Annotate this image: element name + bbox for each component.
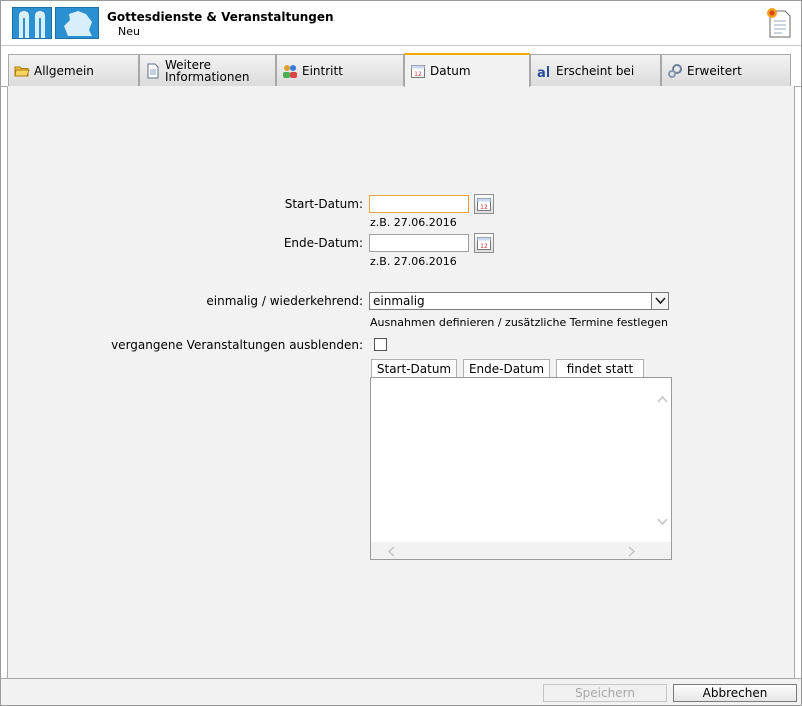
start-date-hint: z.B. 27.06.2016 bbox=[370, 216, 457, 229]
people-icon bbox=[282, 63, 298, 79]
chevron-left-icon[interactable] bbox=[387, 546, 395, 560]
tab-eintritt[interactable]: Eintritt bbox=[276, 54, 404, 86]
recurrence-value: einmalig bbox=[373, 294, 425, 308]
recurrence-label: einmalig / wiederkehrend: bbox=[206, 294, 363, 308]
column-header-findet-statt[interactable]: findet statt bbox=[556, 359, 644, 377]
map-logo-icon bbox=[55, 7, 99, 39]
svg-text:12: 12 bbox=[414, 71, 422, 78]
tab-erscheint-bei[interactable]: a Erscheint bei bbox=[530, 54, 661, 86]
app-window: Gottesdienste & Veranstaltungen Neu Allg… bbox=[0, 0, 802, 706]
tab-label: Eintritt bbox=[302, 63, 343, 78]
start-date-calendar-button[interactable]: 12 bbox=[474, 194, 494, 214]
folder-icon bbox=[14, 63, 30, 79]
exceptions-link[interactable]: Ausnahmen definieren / zusätzliche Termi… bbox=[370, 316, 668, 329]
tab-content-datum: Start-Datum: 12 z.B. 27.06.2016 Ende-Dat… bbox=[7, 86, 795, 679]
tab-label: Erscheint bei bbox=[556, 63, 635, 78]
calendar-icon: 12 bbox=[477, 237, 491, 250]
column-header-end-date[interactable]: Ende-Datum bbox=[463, 359, 550, 377]
app-subtitle: Neu bbox=[118, 25, 140, 38]
tab-allgemein[interactable]: Allgemein bbox=[8, 54, 139, 86]
chevron-down-icon[interactable] bbox=[657, 514, 668, 528]
text-a-icon: a bbox=[536, 63, 552, 81]
svg-text:12: 12 bbox=[480, 243, 488, 250]
column-header-start-date[interactable]: Start-Datum bbox=[371, 359, 457, 377]
chevron-up-icon[interactable] bbox=[657, 392, 668, 406]
tab-weitere-informationen[interactable]: Weitere Informationen bbox=[139, 54, 276, 86]
tab-label: Erweitert bbox=[687, 63, 742, 78]
end-date-calendar-button[interactable]: 12 bbox=[474, 233, 494, 253]
chevron-right-icon[interactable] bbox=[628, 546, 636, 560]
tab-bar: Allgemein Weitere Informationen Eintritt… bbox=[1, 45, 801, 87]
dates-table[interactable] bbox=[370, 377, 672, 560]
start-date-input[interactable] bbox=[369, 195, 469, 213]
cancel-button[interactable]: Abbrechen bbox=[673, 684, 797, 702]
calendar-icon: 12 bbox=[477, 198, 491, 211]
recurrence-select[interactable]: einmalig bbox=[369, 292, 669, 310]
footer: Speichern Abbrechen bbox=[1, 678, 801, 705]
calendar-icon: 12 bbox=[410, 63, 426, 79]
save-button[interactable]: Speichern bbox=[543, 684, 667, 702]
end-date-label: Ende-Datum: bbox=[283, 236, 363, 250]
tab-label: Datum bbox=[430, 64, 471, 78]
app-title: Gottesdienste & Veranstaltungen bbox=[107, 10, 334, 24]
svg-text:a: a bbox=[537, 66, 546, 79]
vertical-scrollbar[interactable] bbox=[654, 378, 671, 542]
logo-icon bbox=[12, 7, 52, 39]
hide-past-checkbox[interactable] bbox=[374, 338, 387, 351]
end-date-input[interactable] bbox=[369, 234, 469, 252]
hide-past-label: vergangene Veranstaltungen ausblenden: bbox=[111, 338, 363, 352]
end-date-hint: z.B. 27.06.2016 bbox=[370, 255, 457, 268]
document-icon bbox=[145, 63, 161, 79]
tab-label: Weitere Informationen bbox=[165, 57, 250, 84]
tab-datum[interactable]: 12 Datum bbox=[404, 53, 530, 87]
header: Gottesdienste & Veranstaltungen Neu bbox=[1, 1, 801, 45]
gear-icon bbox=[667, 63, 683, 79]
new-document-icon bbox=[767, 7, 793, 39]
tab-erweitert[interactable]: Erweitert bbox=[661, 54, 791, 86]
svg-text:12: 12 bbox=[480, 204, 488, 211]
horizontal-scrollbar[interactable] bbox=[371, 542, 671, 559]
chevron-down-icon[interactable] bbox=[651, 293, 668, 309]
tab-label: Allgemein bbox=[34, 63, 94, 78]
start-date-label: Start-Datum: bbox=[284, 197, 363, 211]
